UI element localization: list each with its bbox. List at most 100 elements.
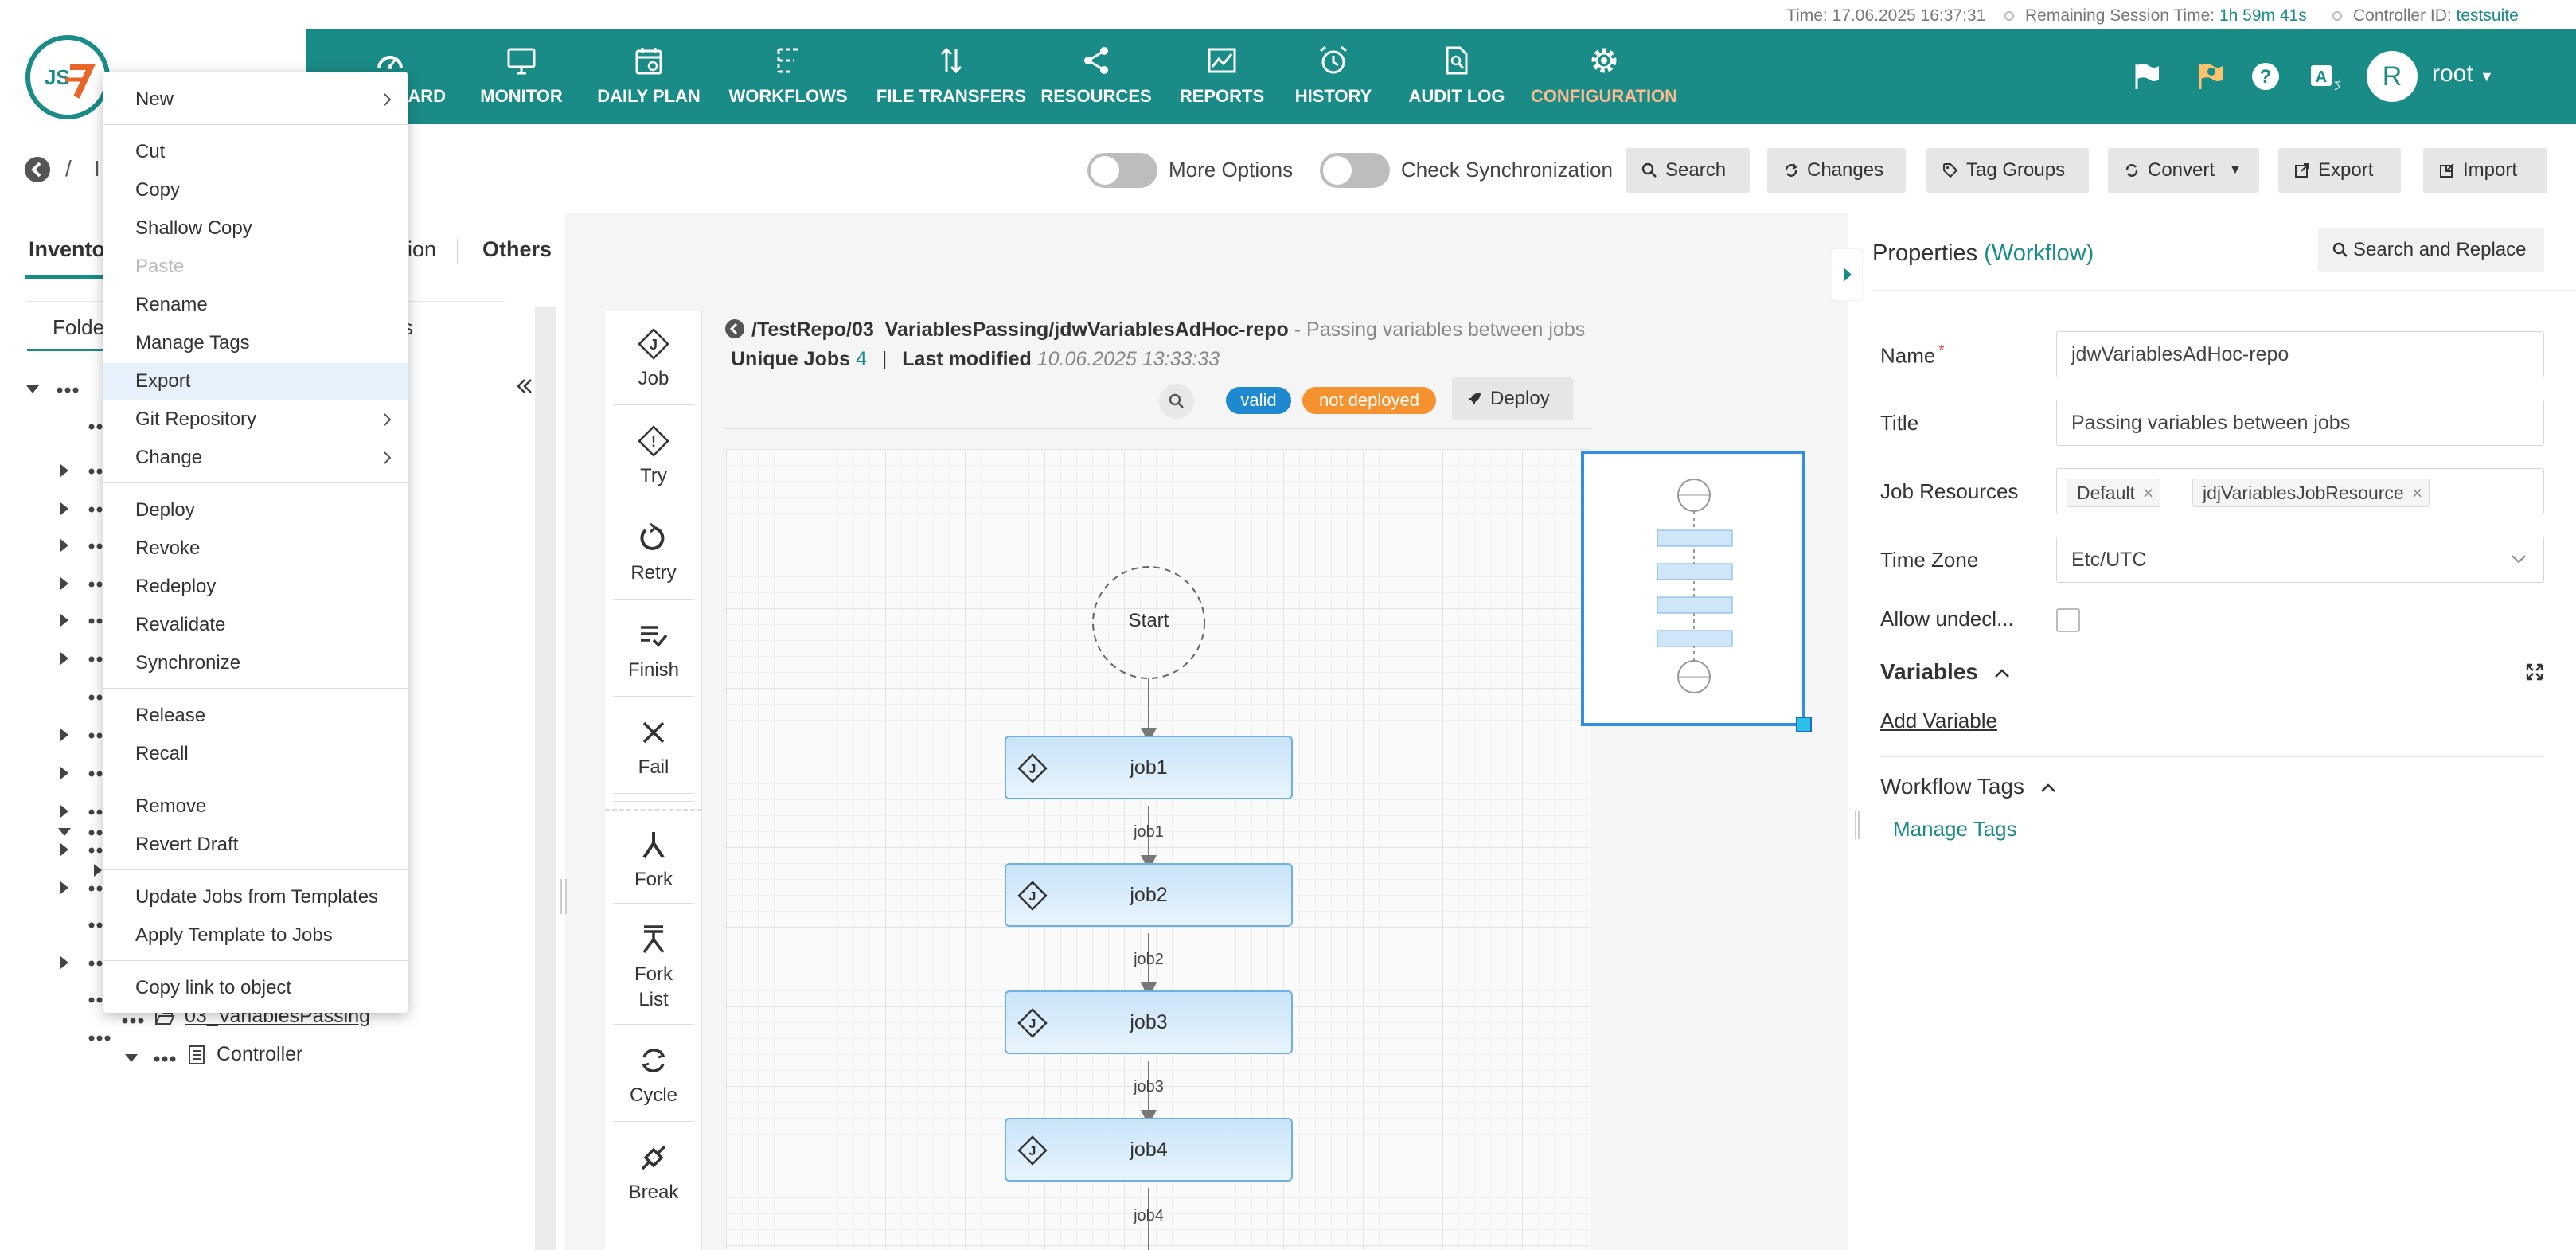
job-node[interactable]: Jjob4 bbox=[1005, 1118, 1293, 1182]
splitter-handle[interactable] bbox=[560, 879, 567, 914]
nav-item-daily-plan[interactable]: DAILY PLAN bbox=[585, 29, 712, 124]
workflow-canvas[interactable]: Start Jjob1 Jjob2 Jjob3 Jjob4 job1 job2 job3 jo… bbox=[726, 449, 1590, 1250]
palette-cycle[interactable]: Cycle bbox=[605, 1027, 702, 1119]
caret-right-icon[interactable] bbox=[57, 463, 72, 478]
palette-break[interactable]: Break bbox=[605, 1124, 702, 1217]
tab-partial[interactable]: ion bbox=[408, 237, 436, 262]
job-node[interactable]: Jjob2 bbox=[1005, 863, 1293, 927]
export-button[interactable]: Export bbox=[2278, 148, 2401, 193]
menu-item-copy[interactable]: Copy bbox=[103, 172, 408, 209]
menu-item-rename[interactable]: Rename bbox=[103, 287, 408, 323]
more-options-toggle[interactable] bbox=[1087, 153, 1157, 188]
menu-item-revoke[interactable]: Revoke bbox=[103, 530, 408, 567]
flag-badge-icon[interactable] bbox=[2194, 61, 2226, 92]
menu-item-remove[interactable]: Remove bbox=[103, 788, 408, 825]
palette-fail[interactable]: Fail bbox=[605, 699, 702, 791]
flag-icon[interactable] bbox=[2130, 61, 2162, 92]
title-field[interactable]: Passing variables between jobs bbox=[2056, 400, 2544, 446]
job-node[interactable]: Jjob1 bbox=[1005, 736, 1293, 799]
palette-retry[interactable]: Retry bbox=[605, 505, 702, 597]
breadcrumb-item[interactable]: I bbox=[94, 156, 100, 182]
search-workflow-button[interactable] bbox=[1159, 384, 1194, 419]
more-actions-icon[interactable] bbox=[153, 1054, 177, 1064]
menu-item-revalidate[interactable]: Revalidate bbox=[103, 607, 408, 643]
minimap-resize-handle[interactable] bbox=[1796, 717, 1812, 732]
nav-item-configuration[interactable]: CONFIGURATION bbox=[1520, 29, 1688, 124]
caret-right-icon[interactable] bbox=[57, 766, 72, 780]
variables-header[interactable]: Variables bbox=[1880, 659, 2010, 685]
palette-fork-list[interactable]: Fork List bbox=[605, 906, 702, 1018]
caret-down-icon[interactable] bbox=[25, 382, 40, 396]
js7-logo-icon[interactable]: JS bbox=[24, 33, 111, 121]
remove-chip-icon[interactable]: × bbox=[2143, 482, 2153, 503]
caret-right-icon[interactable] bbox=[57, 728, 72, 742]
back-icon[interactable] bbox=[724, 318, 745, 339]
remove-chip-icon[interactable]: × bbox=[2412, 482, 2422, 503]
menu-item-deploy[interactable]: Deploy bbox=[103, 492, 408, 529]
collapse-panel-icon[interactable] bbox=[514, 376, 535, 396]
expand-icon[interactable] bbox=[2525, 662, 2544, 682]
tree-node[interactable]: Controller bbox=[217, 1043, 302, 1078]
menu-item-export[interactable]: Export bbox=[103, 363, 408, 400]
splitter-handle[interactable] bbox=[1855, 811, 1860, 839]
caret-right-icon[interactable] bbox=[57, 538, 72, 553]
nav-item-history[interactable]: HISTORY bbox=[1286, 29, 1381, 124]
menu-item-revert-draft[interactable]: Revert Draft bbox=[103, 826, 408, 863]
tab-others[interactable]: Others bbox=[482, 237, 552, 262]
nav-item-reports[interactable]: REPORTS bbox=[1170, 29, 1274, 124]
menu-item-cut[interactable]: Cut bbox=[103, 134, 408, 170]
menu-item-release[interactable]: Release bbox=[103, 697, 408, 734]
palette-job[interactable]: J Job bbox=[605, 311, 702, 403]
more-actions-icon[interactable] bbox=[121, 1016, 145, 1025]
manage-tags-link[interactable]: Manage Tags bbox=[1893, 817, 2017, 842]
caret-right-icon[interactable] bbox=[57, 651, 72, 666]
changes-button[interactable]: Changes bbox=[1767, 148, 1906, 193]
expand-panel-icon[interactable] bbox=[1831, 248, 1863, 301]
tag-groups-button[interactable]: Tag Groups bbox=[1926, 148, 2089, 193]
nav-item-workflows[interactable]: WORKFLOWS bbox=[724, 29, 852, 124]
menu-item-apply-template-to-jobs[interactable]: Apply Template to Jobs bbox=[103, 917, 408, 954]
deploy-button[interactable]: Deploy bbox=[1452, 377, 1573, 420]
menu-item-manage-tags[interactable]: Manage Tags bbox=[103, 325, 408, 361]
tab-inventory[interactable]: Invento bbox=[29, 237, 105, 262]
nav-item-resources[interactable]: RESOURCES bbox=[1036, 29, 1156, 124]
caret-right-icon[interactable] bbox=[57, 955, 72, 970]
caret-right-icon[interactable] bbox=[57, 613, 72, 627]
add-variable-link[interactable]: Add Variable bbox=[1880, 709, 1997, 733]
caret-down-icon[interactable] bbox=[57, 825, 72, 839]
menu-item-change[interactable]: Change bbox=[103, 439, 408, 476]
import-button[interactable]: Import bbox=[2423, 148, 2547, 193]
menu-item-new[interactable]: New bbox=[103, 81, 408, 118]
avatar[interactable]: R bbox=[2367, 51, 2418, 102]
nav-item-file-transfers[interactable]: FILE TRANSFERS bbox=[872, 29, 1031, 124]
controller-value[interactable]: testsuite bbox=[2457, 6, 2519, 25]
palette-try[interactable]: ! Try bbox=[605, 408, 702, 500]
menu-item-shallow-copy[interactable]: Shallow Copy bbox=[103, 210, 408, 247]
workflow-tags-header[interactable]: Workflow Tags bbox=[1880, 774, 2056, 799]
name-field[interactable]: jdwVariablesAdHoc-repo bbox=[2056, 331, 2544, 377]
caret-down-icon[interactable] bbox=[124, 1051, 139, 1065]
user-menu[interactable]: root ▼ bbox=[2432, 61, 2494, 88]
back-icon[interactable] bbox=[24, 156, 51, 183]
check-sync-toggle[interactable] bbox=[1320, 153, 1390, 188]
search-button[interactable]: Search bbox=[1626, 148, 1750, 193]
caret-right-icon[interactable] bbox=[57, 576, 72, 591]
allow-undeclared-checkbox[interactable] bbox=[2056, 608, 2080, 632]
time-zone-select[interactable]: Etc/UTC bbox=[2056, 537, 2544, 583]
palette-fork[interactable]: Fork bbox=[605, 809, 702, 901]
nav-item-audit-log[interactable]: AUDIT LOG bbox=[1397, 29, 1516, 124]
more-actions-icon[interactable] bbox=[88, 1033, 111, 1043]
menu-item-git-repository[interactable]: Git Repository bbox=[103, 401, 408, 438]
nav-item-monitor[interactable]: MONITOR bbox=[466, 29, 577, 124]
caret-right-icon[interactable] bbox=[57, 804, 72, 818]
search-replace-button[interactable]: Search and Replace bbox=[2318, 228, 2544, 272]
menu-item-copy-link-to-object[interactable]: Copy link to object bbox=[103, 970, 408, 1006]
job-node[interactable]: Jjob3 bbox=[1005, 990, 1293, 1054]
caret-right-icon[interactable] bbox=[57, 881, 72, 895]
help-icon[interactable]: ? bbox=[2250, 61, 2281, 92]
more-actions-icon[interactable] bbox=[56, 385, 80, 395]
job-resources-field[interactable]: Default × jdjVariablesJobResource × bbox=[2056, 468, 2544, 514]
caret-right-icon[interactable] bbox=[57, 842, 72, 857]
minimap[interactable] bbox=[1581, 451, 1805, 726]
subtab-folders[interactable]: Folde bbox=[53, 315, 104, 340]
